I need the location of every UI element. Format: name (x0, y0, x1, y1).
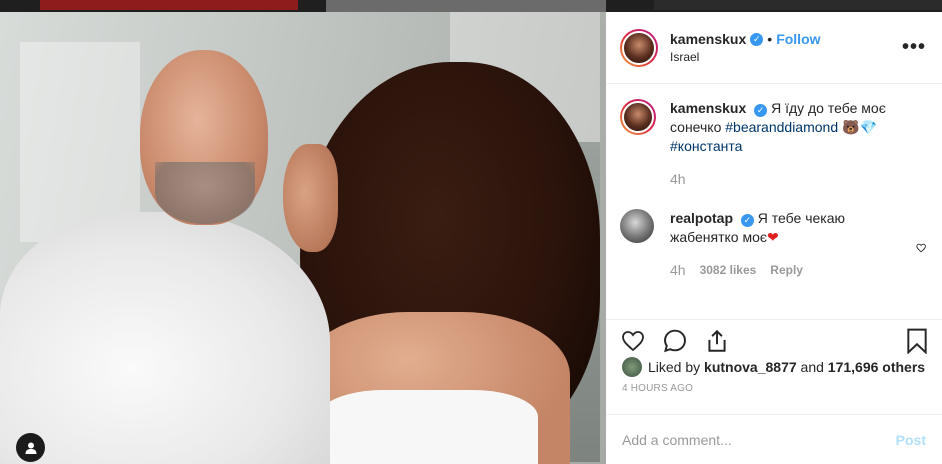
comment-likes[interactable]: 3082 likes (700, 261, 757, 280)
post-location[interactable]: Israel (670, 50, 902, 64)
author-avatar[interactable] (620, 28, 658, 67)
comment-emoji: ❤ (767, 229, 779, 245)
liked-by-and: and (800, 359, 824, 375)
comment-avatar[interactable] (620, 209, 654, 243)
comment-time[interactable]: 4h (670, 261, 686, 280)
comment-like-icon[interactable] (916, 242, 926, 254)
comment-username[interactable]: realpotap (670, 210, 733, 226)
caption-time[interactable]: 4h (670, 170, 686, 189)
caption-item: kamenskux ✓ Я їду до тебе моє сонечко #b… (620, 99, 926, 189)
likes-count-link[interactable]: 171,696 others (828, 359, 925, 375)
liked-by-prefix: Liked by (648, 359, 701, 375)
comment-bubble-icon[interactable] (662, 328, 688, 354)
comment-item: realpotap ✓ Я тебе чекаю жабенятко моє❤ … (620, 209, 926, 280)
liker-username[interactable]: kutnova_8877 (704, 359, 797, 375)
share-icon[interactable] (704, 328, 730, 354)
post-timestamp[interactable]: 4 HOURS AGO (622, 383, 693, 394)
photo-beard (155, 162, 255, 224)
comment-input[interactable] (622, 431, 896, 448)
caption-avatar[interactable] (620, 99, 656, 135)
reply-button[interactable]: Reply (770, 261, 803, 280)
caption-emoji: 🐻💎 (842, 119, 877, 135)
add-comment-form: Post (606, 414, 942, 464)
like-heart-icon[interactable] (620, 329, 646, 353)
separator-dot: • (767, 31, 773, 47)
action-bar (606, 319, 942, 361)
background-thumbnail (654, 0, 942, 10)
background-thumbnail (40, 0, 298, 10)
hashtag-link[interactable]: #bearanddiamond (725, 119, 838, 135)
liker-avatar[interactable] (622, 357, 642, 377)
post-comment-button[interactable]: Post (896, 432, 926, 448)
user-icon (25, 442, 36, 454)
user-tags-button[interactable] (16, 433, 45, 462)
photo-face (283, 144, 338, 252)
hashtag-link[interactable]: #константа (670, 138, 742, 154)
follow-button[interactable]: Follow (776, 31, 820, 47)
verified-badge-icon: ✓ (754, 104, 768, 117)
background-thumbnail (326, 0, 606, 12)
bookmark-icon[interactable] (906, 328, 928, 354)
more-options-icon[interactable]: ••• (902, 36, 926, 59)
post-side-panel: kamenskux ✓ • Follow Israel ••• kamensku… (606, 12, 942, 464)
author-username[interactable]: kamenskux (670, 31, 746, 47)
verified-badge-icon: ✓ (740, 214, 754, 227)
post-header: kamenskux ✓ • Follow Israel ••• (606, 12, 942, 84)
likes-summary: Liked by kutnova_8877 and 171,696 others (622, 357, 926, 377)
photo-clothing (318, 390, 538, 464)
caption-username[interactable]: kamenskux (670, 100, 746, 116)
photo-shirt (0, 212, 330, 464)
post-photo[interactable] (0, 12, 606, 464)
verified-badge-icon: ✓ (750, 32, 764, 46)
comments-list: kamenskux ✓ Я їду до тебе моє сонечко #b… (606, 85, 942, 319)
